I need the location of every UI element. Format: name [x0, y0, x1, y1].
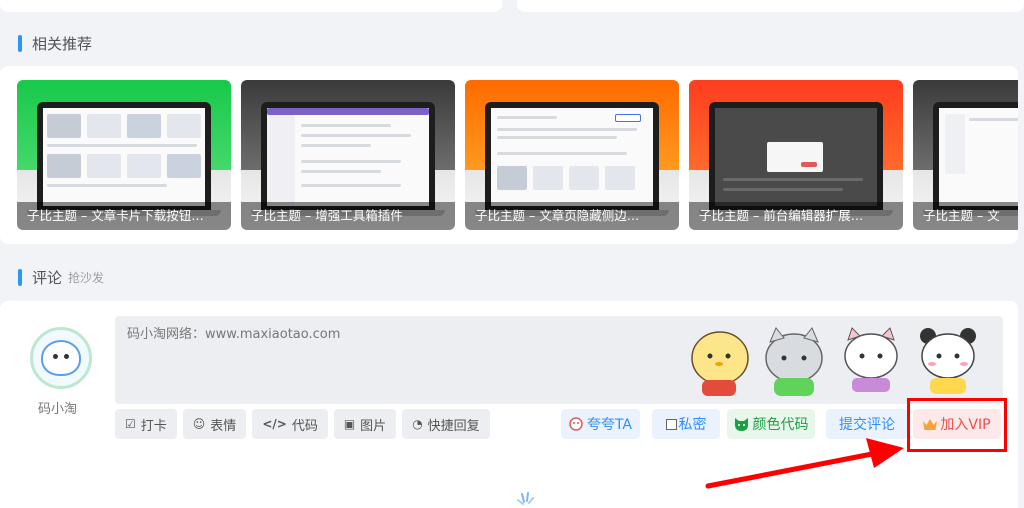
red-arrow-annotation [705, 438, 904, 489]
loading-spinner-icon [517, 492, 534, 505]
